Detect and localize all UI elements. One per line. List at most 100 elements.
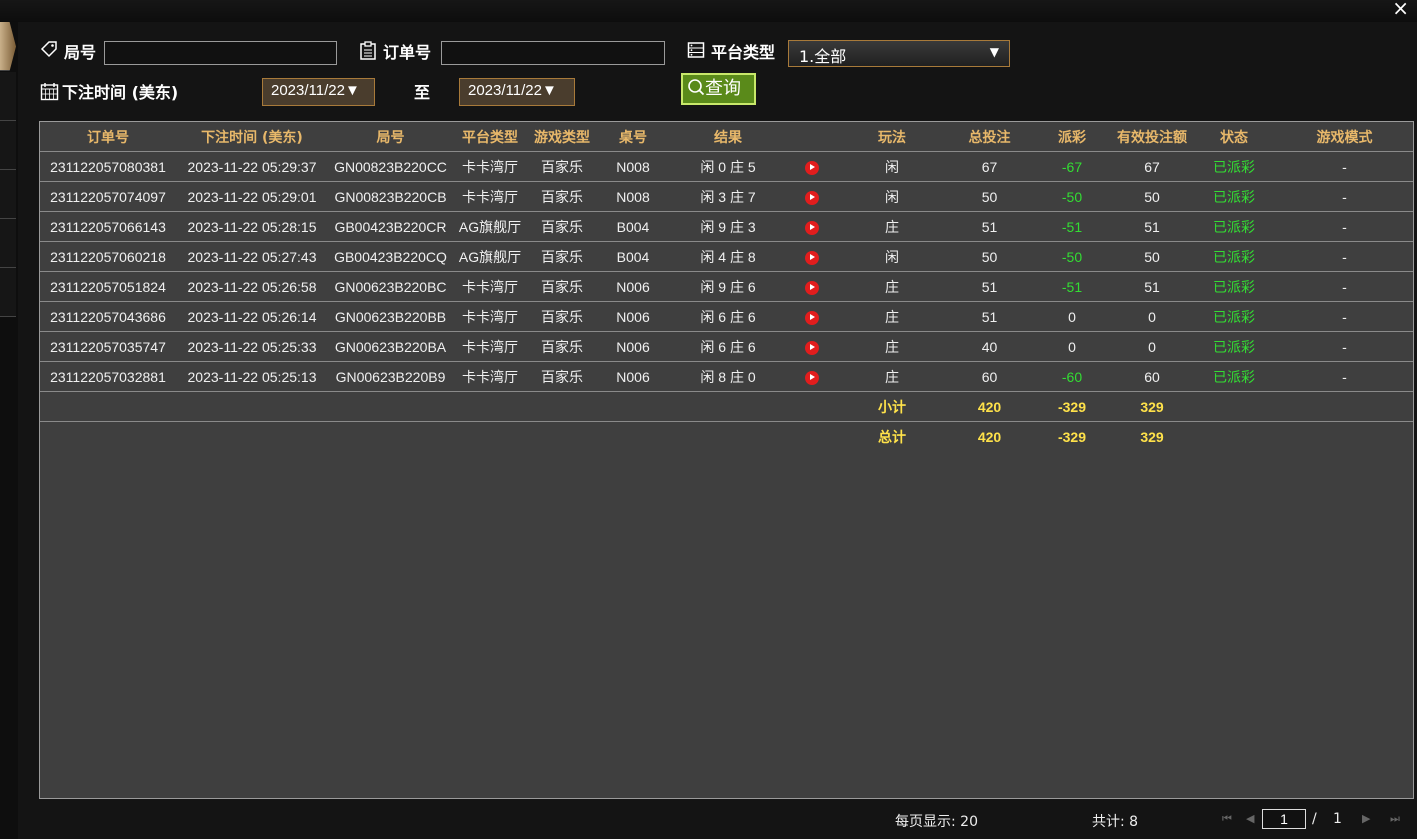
- replay-cell: [787, 361, 837, 392]
- cell-play: 庄: [837, 211, 947, 242]
- empty-cell: [787, 421, 837, 451]
- cell-time: 2023-11-22 05:26:14: [176, 301, 328, 332]
- round-input[interactable]: [104, 41, 337, 65]
- query-button[interactable]: 查询: [681, 73, 756, 105]
- left-nav-tab[interactable]: [0, 121, 16, 170]
- col-header: 玩法: [837, 122, 947, 152]
- cell-bet: 40: [947, 331, 1032, 362]
- cell-play: 闲: [837, 151, 947, 182]
- date-to-picker[interactable]: 2023/11/22▼: [459, 78, 575, 106]
- empty-cell: [1276, 421, 1413, 451]
- col-header: 状态: [1192, 122, 1276, 152]
- cell-round: GB00423B220CQ: [328, 241, 453, 272]
- table-row: 231122057043686 2023-11-22 05:26:14 GN0062…: [40, 301, 1413, 332]
- table-row: 231122057080381 2023-11-22 05:29:37 GN0082…: [40, 151, 1413, 182]
- cell-result: 闲 0 庄 5: [669, 151, 787, 182]
- cell-platform: 卡卡湾厅: [453, 151, 527, 182]
- cell-play: 庄: [837, 361, 947, 392]
- cell-result: 闲 9 庄 6: [669, 271, 787, 302]
- cell-bet: 60: [947, 361, 1032, 392]
- col-header: [787, 122, 837, 152]
- cell-payout: -67: [1032, 151, 1112, 182]
- cell-mode: -: [1276, 151, 1413, 182]
- per-page-text: 每页显示: 20: [895, 814, 978, 830]
- close-icon[interactable]: ×: [1392, 0, 1409, 20]
- cell-order: 231122057043686: [40, 301, 176, 332]
- empty-cell: [527, 391, 597, 422]
- replay-cell: [787, 181, 837, 212]
- cell-time: 2023-11-22 05:29:01: [176, 181, 328, 212]
- cell-mode: -: [1276, 331, 1413, 362]
- play-icon[interactable]: [805, 310, 819, 325]
- col-header: 派彩: [1032, 122, 1112, 152]
- first-page-icon[interactable]: ⏮: [1222, 812, 1232, 826]
- col-header: 平台类型: [453, 122, 527, 152]
- col-header: 订单号: [40, 122, 176, 152]
- cell-time: 2023-11-22 05:28:15: [176, 211, 328, 242]
- cell-order: 231122057080381: [40, 151, 176, 182]
- left-nav-tab[interactable]: [0, 170, 16, 219]
- platform-select[interactable]: 1.全部 ▼: [788, 40, 1010, 67]
- table-row: 231122057074097 2023-11-22 05:29:01 GN0082…: [40, 181, 1413, 212]
- cell-payout: -60: [1032, 361, 1112, 392]
- cell-result: 闲 6 庄 6: [669, 331, 787, 362]
- cell-mode: -: [1276, 241, 1413, 272]
- cell-round: GB00423B220CR: [328, 211, 453, 242]
- page-separator: /: [1312, 811, 1317, 827]
- cell-status: 已派彩: [1192, 331, 1276, 362]
- left-nav-tab-active[interactable]: [0, 22, 16, 71]
- last-page-icon[interactable]: ⏭: [1390, 812, 1400, 826]
- platform-select-value: 1.全部: [799, 47, 847, 66]
- col-header: 有效投注额: [1112, 122, 1192, 152]
- cell-bet: 67: [947, 151, 1032, 182]
- col-header: 局号: [328, 122, 453, 152]
- page-number-input[interactable]: [1262, 809, 1306, 829]
- cell-mode: -: [1276, 271, 1413, 302]
- table-row: 231122057060218 2023-11-22 05:27:43 GB0042…: [40, 241, 1413, 272]
- cell-game: 百家乐: [527, 361, 597, 392]
- cell-payout: -50: [1032, 181, 1112, 212]
- empty-cell: [40, 421, 176, 451]
- replay-cell: [787, 331, 837, 362]
- cell-round: GN00623B220B9: [328, 361, 453, 392]
- left-nav-tab[interactable]: [0, 268, 16, 317]
- cell-status: 已派彩: [1192, 301, 1276, 332]
- cell-order: 231122057032881: [40, 361, 176, 392]
- table-header-row: 订单号 下注时间 (美东) 局号 平台类型 游戏类型 桌号 结果 玩法 总投注 …: [40, 122, 1413, 152]
- play-icon[interactable]: [805, 220, 819, 235]
- play-icon[interactable]: [805, 370, 819, 385]
- calendar-icon: [40, 82, 59, 105]
- empty-cell: [787, 391, 837, 422]
- left-nav-tab[interactable]: [0, 72, 16, 121]
- cell-play: 庄: [837, 271, 947, 302]
- play-icon[interactable]: [805, 340, 819, 355]
- cell-status: 已派彩: [1192, 271, 1276, 302]
- cell-order: 231122057035747: [40, 331, 176, 362]
- play-icon[interactable]: [805, 250, 819, 265]
- order-input[interactable]: [441, 41, 665, 65]
- left-nav-tab[interactable]: [0, 219, 16, 268]
- play-icon[interactable]: [805, 280, 819, 295]
- cell-table: N006: [597, 361, 669, 392]
- empty-cell: [176, 391, 328, 422]
- next-page-icon[interactable]: ▶: [1362, 812, 1370, 825]
- play-icon[interactable]: [805, 160, 819, 175]
- cell-valid: 60: [1112, 361, 1192, 392]
- search-icon: [688, 79, 705, 96]
- prev-page-icon[interactable]: ◀: [1246, 812, 1254, 825]
- left-nav: [0, 22, 18, 839]
- date-from-picker[interactable]: 2023/11/22▼: [262, 78, 375, 106]
- play-icon[interactable]: [805, 190, 819, 205]
- cell-play: 闲: [837, 181, 947, 212]
- subtotal-payout: -329: [1032, 391, 1112, 422]
- replay-cell: [787, 241, 837, 272]
- tag-icon: [40, 40, 58, 62]
- cell-time: 2023-11-22 05:26:58: [176, 271, 328, 302]
- cell-play: 庄: [837, 301, 947, 332]
- cell-order: 231122057066143: [40, 211, 176, 242]
- cell-result: 闲 6 庄 6: [669, 301, 787, 332]
- replay-cell: [787, 151, 837, 182]
- cell-valid: 51: [1112, 211, 1192, 242]
- total-label: 总计: [837, 421, 947, 451]
- cell-status: 已派彩: [1192, 211, 1276, 242]
